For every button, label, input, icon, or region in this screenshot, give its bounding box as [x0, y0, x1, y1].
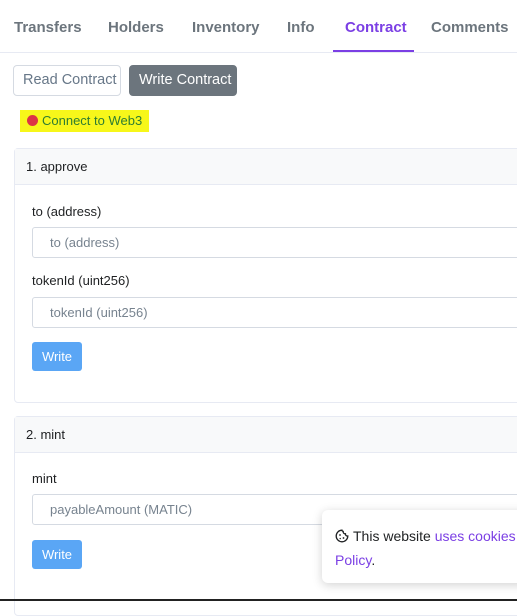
write-button-mint[interactable]: Write	[32, 540, 82, 569]
cookie-text-end: .	[371, 552, 376, 568]
function-header-mint[interactable]: 2. mint	[15, 417, 517, 453]
tab-bar: Transfers Holders Inventory Info Contrac…	[0, 0, 517, 53]
read-contract-button[interactable]: Read Contract	[13, 65, 121, 96]
write-contract-button[interactable]: Write Contract	[129, 65, 237, 96]
tab-inventory[interactable]: Inventory	[192, 0, 260, 53]
to-address-input[interactable]	[32, 227, 517, 258]
function-header-approve[interactable]: 1. approve	[15, 149, 517, 185]
field-label-tokenid: tokenId (uint256)	[32, 273, 130, 288]
tab-transfers[interactable]: Transfers	[14, 0, 82, 53]
write-button-approve[interactable]: Write	[32, 342, 82, 371]
active-tab-indicator	[333, 50, 414, 52]
field-label-mint: mint	[32, 471, 57, 486]
function-card-approve: 1. approve to (address) tokenId (uint256…	[14, 148, 517, 403]
field-label-to: to (address)	[32, 204, 102, 219]
cookie-link-policy[interactable]: Policy	[335, 552, 371, 568]
cookie-text: This website	[353, 528, 435, 544]
connect-web3-label: Connect to Web3	[42, 113, 143, 128]
tokenid-input[interactable]	[32, 297, 517, 328]
tab-holders[interactable]: Holders	[108, 0, 164, 53]
cookie-banner: This website uses cookies Policy.	[322, 510, 517, 583]
tab-info[interactable]: Info	[287, 0, 315, 53]
cookie-icon	[335, 526, 349, 543]
connection-status-icon	[27, 115, 38, 126]
tab-comments[interactable]: Comments	[431, 0, 509, 53]
connect-web3-button[interactable]: Connect to Web3	[20, 110, 149, 132]
cookie-link-uses-cookies[interactable]: uses cookies	[435, 528, 516, 544]
tab-contract[interactable]: Contract	[345, 0, 407, 53]
